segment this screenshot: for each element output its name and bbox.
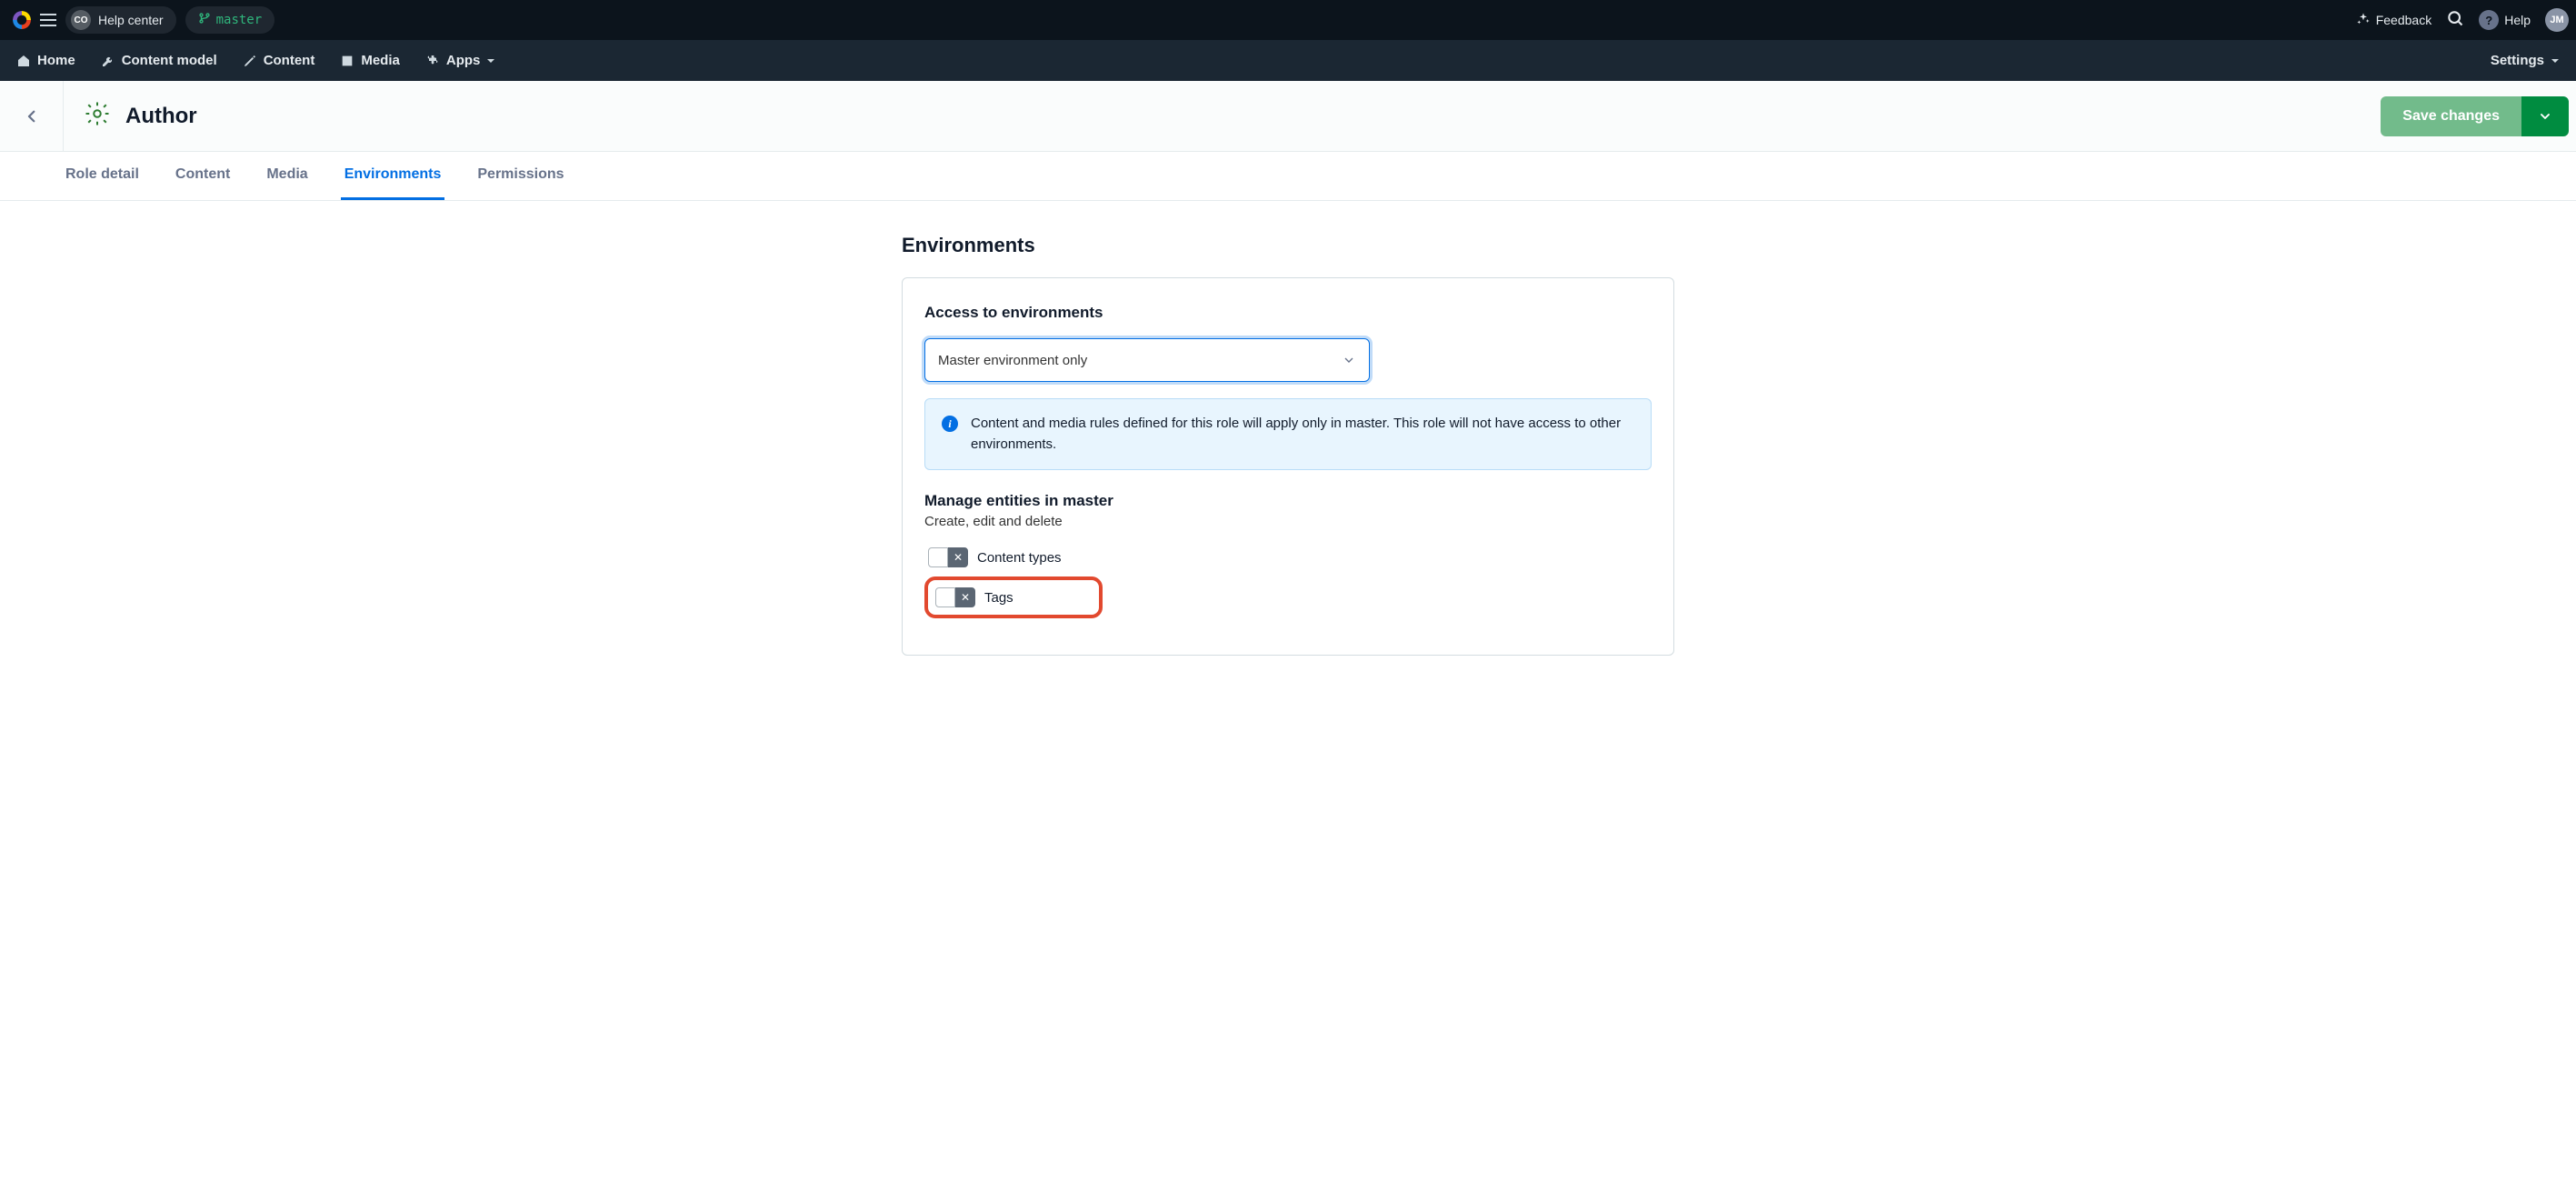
annotation-highlight: ✕ Tags — [924, 576, 1103, 618]
help-link[interactable]: ? Help — [2479, 10, 2531, 30]
tab-content[interactable]: Content — [172, 152, 234, 200]
save-dropdown-button[interactable] — [2521, 96, 2569, 136]
search-icon[interactable] — [2446, 9, 2464, 32]
info-text: Content and media rules defined for this… — [971, 414, 1634, 455]
page-title: Author — [125, 104, 197, 129]
branch-icon — [198, 12, 211, 29]
toggle-content-types[interactable]: ✕ — [928, 547, 968, 567]
org-badge: CO — [71, 10, 91, 30]
nav-content[interactable]: Content — [243, 53, 315, 68]
puzzle-icon — [425, 54, 440, 68]
contentful-logo-icon[interactable] — [13, 11, 31, 29]
select-value: Master environment only — [938, 353, 1087, 368]
toggle-row-tags: ✕ Tags — [932, 584, 1017, 611]
toggle-content-types-label: Content types — [977, 550, 1062, 566]
chevron-down-icon — [2538, 109, 2552, 124]
info-banner: i Content and media rules defined for th… — [924, 398, 1652, 470]
manage-heading: Manage entities in master — [924, 492, 1652, 510]
nav-content-model[interactable]: Content model — [101, 53, 217, 68]
toggle-tags-label: Tags — [984, 590, 1013, 606]
sparkle-icon — [2356, 12, 2371, 29]
nav-apps-label: Apps — [446, 53, 481, 68]
save-button[interactable]: Save changes — [2381, 96, 2521, 136]
wrench-icon — [101, 54, 115, 68]
nav-media[interactable]: Media — [340, 53, 400, 68]
nav-settings[interactable]: Settings — [2491, 53, 2560, 68]
page-header: Author Save changes — [0, 81, 2576, 152]
space-pill[interactable]: CO Help center — [65, 6, 176, 34]
environment-pill[interactable]: master — [185, 6, 275, 34]
tab-role-detail[interactable]: Role detail — [62, 152, 143, 200]
toggle-row-content-types: ✕ Content types — [924, 544, 1652, 571]
info-icon: i — [942, 416, 958, 432]
feedback-label: Feedback — [2376, 13, 2431, 27]
avatar[interactable]: JM — [2545, 8, 2569, 32]
caret-down-icon — [2551, 56, 2560, 65]
toggle-tags[interactable]: ✕ — [935, 587, 975, 607]
space-name: Help center — [98, 13, 164, 27]
nav-home[interactable]: Home — [16, 53, 75, 68]
help-icon: ? — [2479, 10, 2499, 30]
image-icon — [340, 54, 354, 68]
home-icon — [16, 54, 31, 68]
pen-icon — [243, 54, 257, 68]
nav-settings-label: Settings — [2491, 53, 2544, 68]
main-nav: Home Content model Content Media Apps Se… — [0, 40, 2576, 81]
chevron-left-icon — [24, 104, 40, 129]
tab-media[interactable]: Media — [263, 152, 311, 200]
tab-permissions[interactable]: Permissions — [474, 152, 567, 200]
close-icon: ✕ — [948, 547, 968, 567]
chevron-down-icon — [1342, 353, 1356, 367]
topbar: CO Help center master Feedback ? Help JM — [0, 0, 2576, 40]
tab-environments[interactable]: Environments — [341, 152, 445, 200]
section-title: Environments — [902, 234, 1674, 257]
access-heading: Access to environments — [924, 304, 1652, 322]
back-button[interactable] — [0, 81, 64, 151]
nav-media-label: Media — [361, 53, 400, 68]
nav-content-model-label: Content model — [122, 53, 217, 68]
tabs: Role detail Content Media Environments P… — [0, 152, 2576, 201]
nav-content-label: Content — [264, 53, 315, 68]
help-label: Help — [2504, 13, 2531, 27]
nav-home-label: Home — [37, 53, 75, 68]
caret-down-icon — [486, 56, 495, 65]
manage-description: Create, edit and delete — [924, 514, 1652, 529]
environments-card: Access to environments Master environmen… — [902, 277, 1674, 656]
close-icon: ✕ — [955, 587, 975, 607]
nav-apps[interactable]: Apps — [425, 53, 496, 68]
gear-icon — [84, 100, 111, 132]
environment-name: master — [216, 13, 263, 27]
environment-access-select[interactable]: Master environment only — [924, 338, 1370, 382]
feedback-link[interactable]: Feedback — [2356, 12, 2431, 29]
hamburger-menu-icon[interactable] — [40, 14, 56, 26]
